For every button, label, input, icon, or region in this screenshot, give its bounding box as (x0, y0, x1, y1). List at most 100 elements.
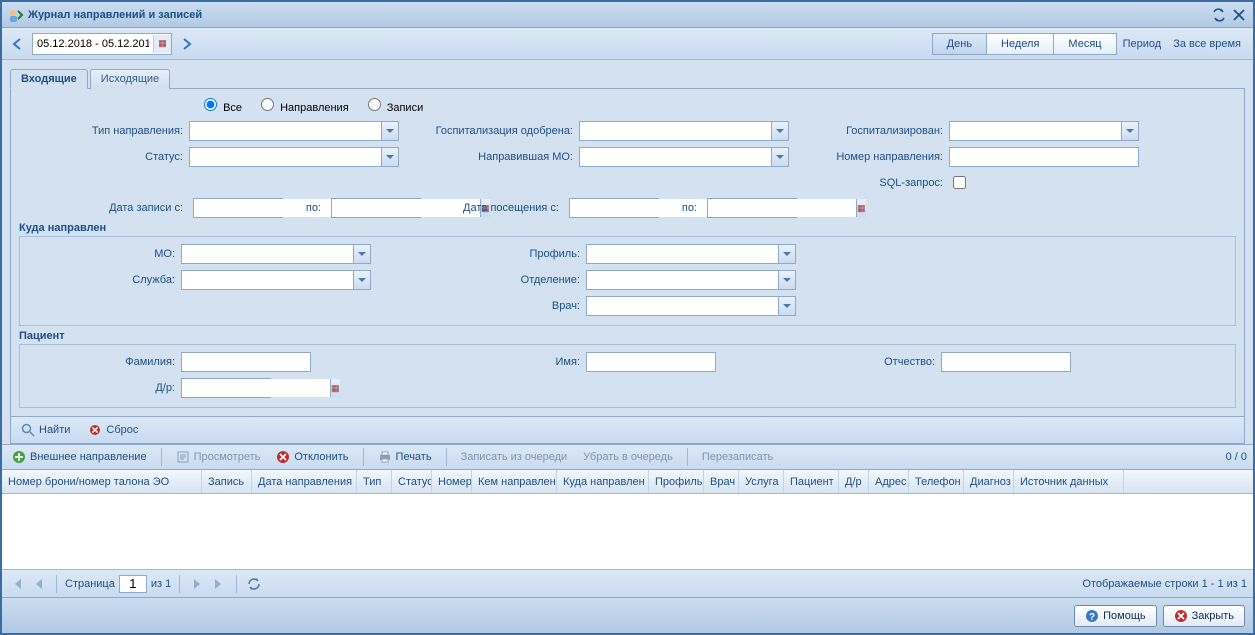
pager-prev-icon[interactable] (30, 575, 48, 593)
input-name[interactable] (586, 352, 716, 372)
help-button[interactable]: ?Помощь (1074, 605, 1157, 627)
col-header[interactable]: Врач (704, 470, 739, 493)
pager-last-icon[interactable] (210, 575, 228, 593)
label-to1: по: (287, 202, 327, 214)
section-where: Куда направлен (19, 222, 1236, 234)
label-service: Служба: (26, 274, 181, 286)
date-dob[interactable]: ▦ (181, 378, 271, 398)
label-mo: МО: (26, 248, 181, 260)
col-header[interactable]: Адрес (869, 470, 909, 493)
label-visit-from: Дата посещения с: (425, 202, 565, 214)
label-doctor: Врач: (416, 300, 586, 312)
combo-service[interactable] (181, 270, 371, 290)
col-header[interactable]: Дата направления (252, 470, 357, 493)
close-icon[interactable] (1231, 7, 1247, 23)
col-header[interactable]: Профиль (649, 470, 704, 493)
link-period[interactable]: Период (1123, 38, 1162, 50)
radio-all[interactable]: Все (199, 95, 242, 114)
col-header[interactable]: Номер (432, 470, 472, 493)
external-referral-button[interactable]: Внешнее направление (8, 448, 151, 466)
label-name: Имя: (416, 356, 586, 368)
pager-display: Отображаемые строки 1 - 1 из 1 (1082, 578, 1247, 590)
date-visit-to[interactable]: ▦ (707, 198, 797, 218)
combo-mo[interactable] (181, 244, 371, 264)
section-patient: Пациент (19, 330, 1236, 342)
combo-hosp-approved[interactable] (579, 121, 789, 141)
pager-label2: из 1 (151, 578, 171, 590)
view-button[interactable]: Просмотреть (172, 448, 265, 466)
date-visit-from[interactable]: ▦ (569, 198, 659, 218)
col-header[interactable]: Пациент (784, 470, 839, 493)
label-hosp-approved: Госпитализация одобрена: (409, 125, 579, 137)
titlebar: Журнал направлений и записей (2, 2, 1253, 28)
app-icon (8, 7, 24, 23)
combo-ref-type[interactable] (189, 121, 399, 141)
tab-incoming[interactable]: Входящие (10, 69, 88, 89)
grid-body (2, 494, 1253, 569)
label-profile: Профиль: (416, 248, 586, 260)
label-to2: по: (663, 202, 703, 214)
col-header[interactable]: Услуга (739, 470, 784, 493)
prev-arrow-icon[interactable] (8, 34, 28, 54)
svg-text:?: ? (1089, 612, 1095, 623)
reject-button[interactable]: Отклонить (272, 448, 352, 466)
chk-sql[interactable] (953, 176, 966, 189)
label-department: Отделение: (416, 274, 586, 286)
combo-department[interactable] (586, 270, 796, 290)
col-header[interactable]: Д/р (839, 470, 869, 493)
enqueue-button[interactable]: Записать из очереди (457, 449, 572, 465)
label-ref-type: Тип направления: (19, 125, 189, 137)
label-rec-date-from: Дата записи с: (19, 202, 189, 214)
label-status: Статус: (19, 151, 189, 163)
label-sql: SQL-запрос: (799, 177, 949, 189)
seg-week[interactable]: Неделя (987, 33, 1054, 55)
col-header[interactable]: Телефон (909, 470, 964, 493)
refresh-icon[interactable] (1211, 7, 1227, 23)
col-header[interactable]: Номер брони/номер талона ЭО (2, 470, 202, 493)
col-header[interactable]: Источник данных (1014, 470, 1124, 493)
combo-profile[interactable] (586, 244, 796, 264)
col-header[interactable]: Тип (357, 470, 392, 493)
link-alltime[interactable]: За все время (1173, 38, 1241, 50)
combo-doctor[interactable] (586, 296, 796, 316)
find-button[interactable]: Найти (17, 421, 74, 439)
date-range-input[interactable]: ▦ (32, 33, 172, 55)
window-title: Журнал направлений и записей (28, 9, 202, 21)
tab-outgoing[interactable]: Исходящие (90, 69, 170, 89)
col-header[interactable]: Кем направлен (472, 470, 557, 493)
rerecord-button[interactable]: Перезаписать (698, 449, 777, 465)
pager-page-input[interactable] (119, 575, 147, 593)
date-rec-from[interactable]: ▦ (193, 198, 283, 218)
col-header[interactable]: Куда направлен (557, 470, 649, 493)
seg-month[interactable]: Месяц (1054, 33, 1116, 55)
row-counter: 0 / 0 (1226, 451, 1247, 463)
date-rec-to[interactable]: ▦ (331, 198, 421, 218)
combo-sending-mo[interactable] (579, 147, 789, 167)
close-button[interactable]: Закрыть (1163, 605, 1245, 627)
pager-first-icon[interactable] (8, 575, 26, 593)
label-sending-mo: Направившая МО: (409, 151, 579, 163)
input-ref-number[interactable] (949, 147, 1139, 167)
input-patronymic[interactable] (941, 352, 1071, 372)
pager-next-icon[interactable] (188, 575, 206, 593)
col-header[interactable]: Статус (392, 470, 432, 493)
combo-status[interactable] (189, 147, 399, 167)
reset-button[interactable]: Сброс (84, 421, 142, 439)
col-header[interactable]: Диагноз (964, 470, 1014, 493)
label-patronymic: Отчество: (806, 356, 941, 368)
pager-label1: Страница (65, 578, 115, 590)
radio-referrals[interactable]: Направления (256, 95, 349, 114)
col-header[interactable]: Запись (202, 470, 252, 493)
input-surname[interactable] (181, 352, 311, 372)
calendar-icon[interactable]: ▦ (153, 35, 171, 53)
label-hospitalized: Госпитализирован: (799, 125, 949, 137)
dequeue-button[interactable]: Убрать в очередь (579, 449, 677, 465)
print-button[interactable]: Печать (374, 448, 436, 466)
next-arrow-icon[interactable] (176, 34, 196, 54)
date-range-field[interactable] (33, 35, 153, 53)
label-surname: Фамилия: (26, 356, 181, 368)
combo-hospitalized[interactable] (949, 121, 1139, 141)
radio-records[interactable]: Записи (363, 95, 424, 114)
seg-day[interactable]: День (932, 33, 987, 55)
pager-refresh-icon[interactable] (245, 575, 263, 593)
